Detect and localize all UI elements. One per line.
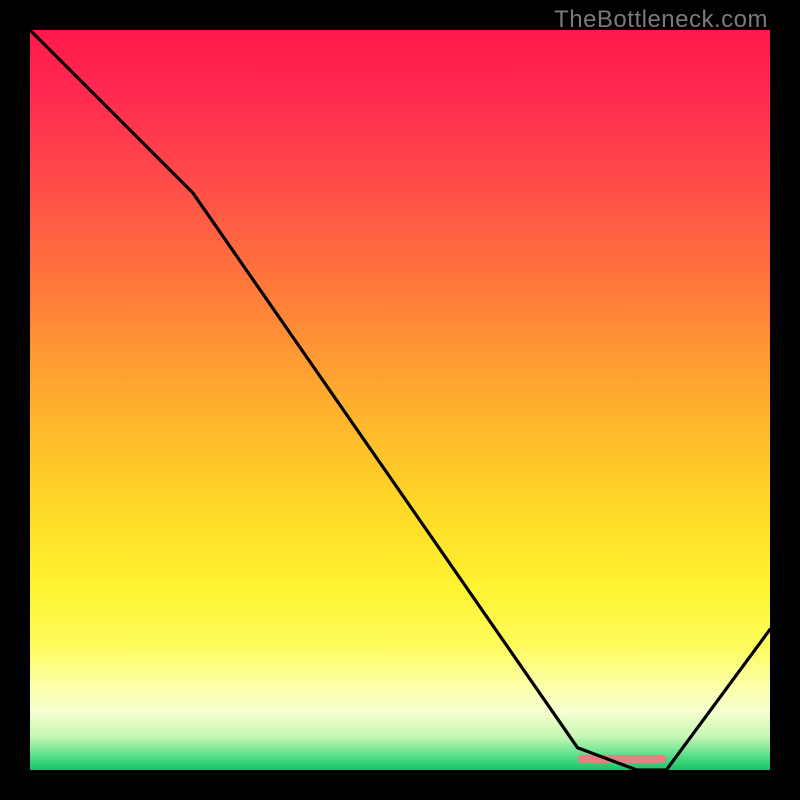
optimal-range-marker xyxy=(578,755,667,763)
bottleneck-chart xyxy=(30,30,770,770)
chart-plot-area xyxy=(30,30,770,770)
chart-stage: TheBottleneck.com xyxy=(0,0,800,800)
